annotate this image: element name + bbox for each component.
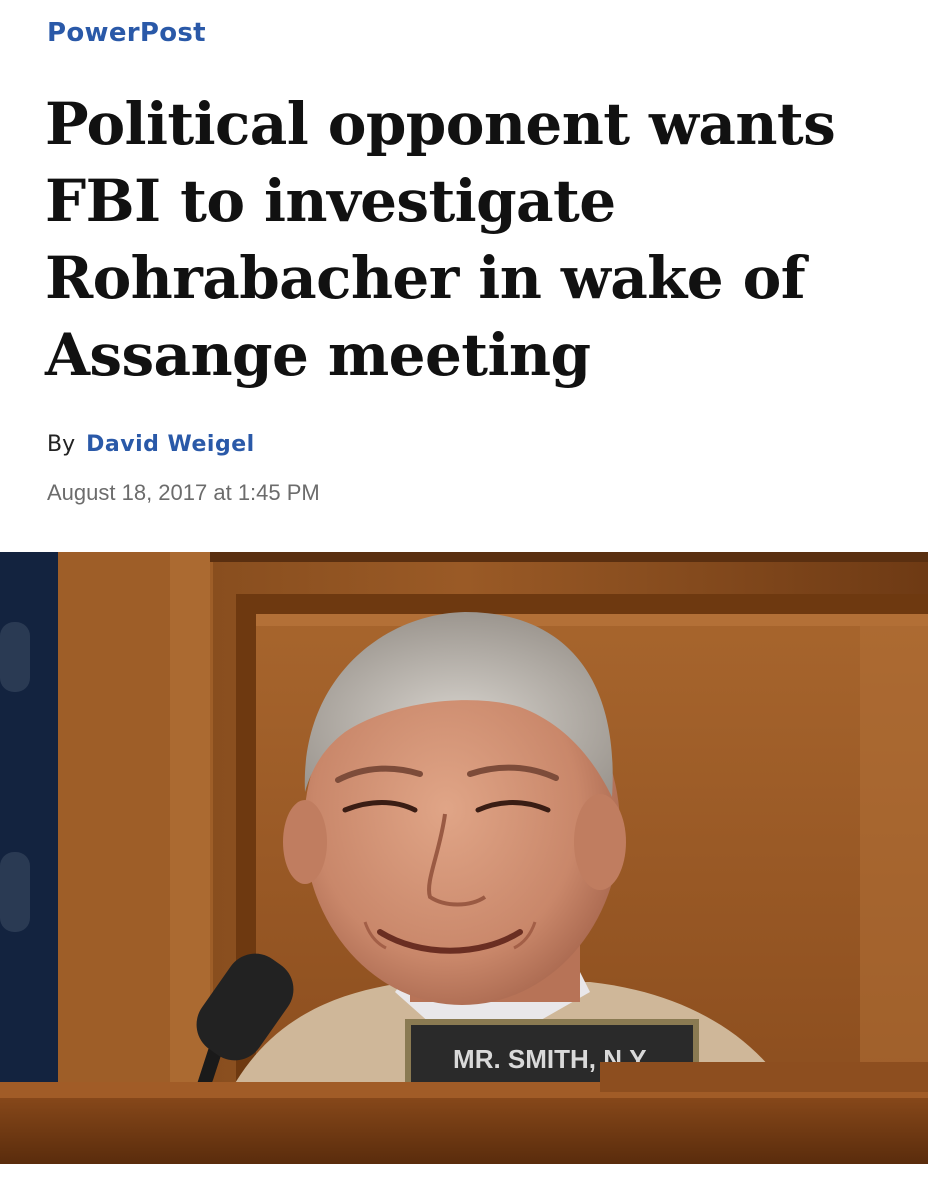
publish-timestamp: August 18, 2017 at 1:45 PM — [47, 480, 320, 505]
lead-photo-illustration: MR. SMITH, N.Y. — [0, 552, 928, 1164]
lead-photo: MR. SMITH, N.Y. — [0, 552, 928, 1164]
byline: By David Weigel — [47, 432, 255, 457]
section-kicker-link[interactable]: PowerPost — [47, 18, 206, 48]
article-headline: Political opponent wants FBI to investig… — [45, 90, 836, 389]
byline-prefix: By — [47, 432, 76, 457]
author-link[interactable]: David Weigel — [86, 432, 255, 457]
